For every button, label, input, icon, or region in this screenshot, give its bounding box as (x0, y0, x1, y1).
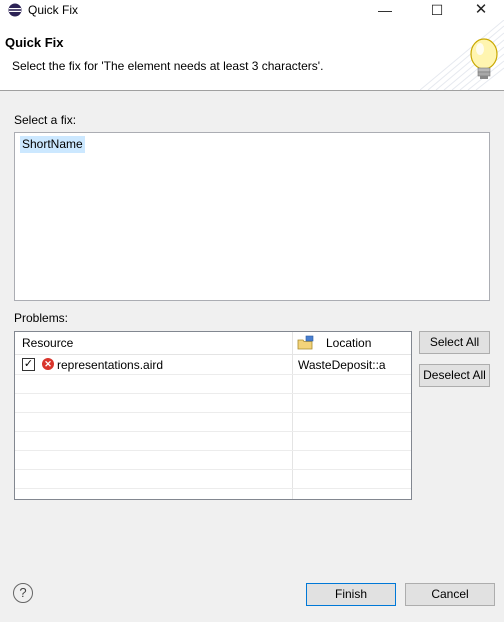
row-gridline (15, 393, 411, 394)
row-gridline (15, 374, 411, 375)
maximize-button[interactable]: ☐ (414, 0, 460, 20)
row-gridline (15, 450, 411, 451)
window-title: Quick Fix (28, 3, 79, 17)
deselect-all-button[interactable]: Deselect All (419, 364, 490, 387)
fix-list[interactable]: ShortName (14, 132, 490, 301)
problems-label: Problems: (14, 311, 69, 325)
row-gridline (15, 469, 411, 470)
location-cell: WasteDeposit::a (298, 358, 386, 372)
column-header-resource[interactable]: Resource (22, 332, 73, 354)
folder-location-icon (297, 335, 314, 350)
select-all-button[interactable]: Select All (419, 331, 490, 354)
resource-cell: representations.aird (57, 358, 164, 372)
dialog-message: Select the fix for 'The element needs at… (12, 59, 324, 73)
header-separator (0, 90, 504, 91)
column-header-location[interactable]: Location (326, 332, 371, 354)
fix-item-shortname[interactable]: ShortName (20, 136, 85, 153)
row-checkbox[interactable]: ✓ (22, 358, 35, 371)
lightbulb-icon (420, 20, 504, 90)
title-bar: Quick Fix — ☐ ✕ (0, 0, 504, 20)
dialog-header: Quick Fix Select the fix for 'The elemen… (0, 20, 504, 90)
eclipse-icon (8, 3, 22, 17)
finish-button[interactable]: Finish (306, 583, 396, 606)
row-gridline (15, 412, 411, 413)
dialog-title: Quick Fix (5, 35, 64, 50)
cancel-button[interactable]: Cancel (405, 583, 495, 606)
error-icon: ✕ (42, 358, 54, 370)
help-icon[interactable]: ? (13, 583, 33, 603)
row-gridline (15, 431, 411, 432)
select-fix-label: Select a fix: (14, 113, 77, 127)
problems-table[interactable]: Resource Location ✓ ✕ representations.ai… (14, 331, 412, 500)
table-row[interactable]: ✓ ✕ representations.aird WasteDeposit::a (15, 355, 411, 374)
close-button[interactable]: ✕ (458, 0, 504, 20)
row-gridline (15, 488, 411, 489)
minimize-button[interactable]: — (362, 0, 408, 20)
